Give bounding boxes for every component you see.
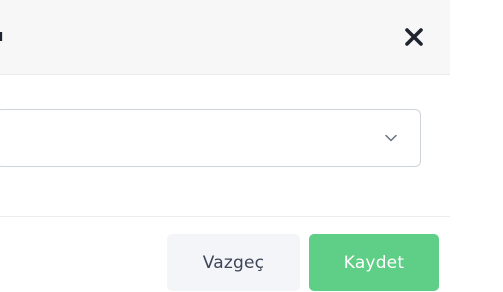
- modal-dialog: ı Vazgeç Kaydet: [0, 0, 450, 292]
- modal-title: ı: [0, 26, 4, 45]
- chevron-down-icon: [385, 134, 397, 142]
- modal-header: ı: [0, 0, 450, 75]
- cancel-button[interactable]: Vazgeç: [167, 234, 300, 291]
- select-dropdown[interactable]: [0, 109, 421, 167]
- close-x-icon: [405, 28, 423, 46]
- close-button[interactable]: [400, 23, 428, 51]
- footer-divider: [0, 216, 450, 217]
- save-button[interactable]: Kaydet: [309, 234, 439, 291]
